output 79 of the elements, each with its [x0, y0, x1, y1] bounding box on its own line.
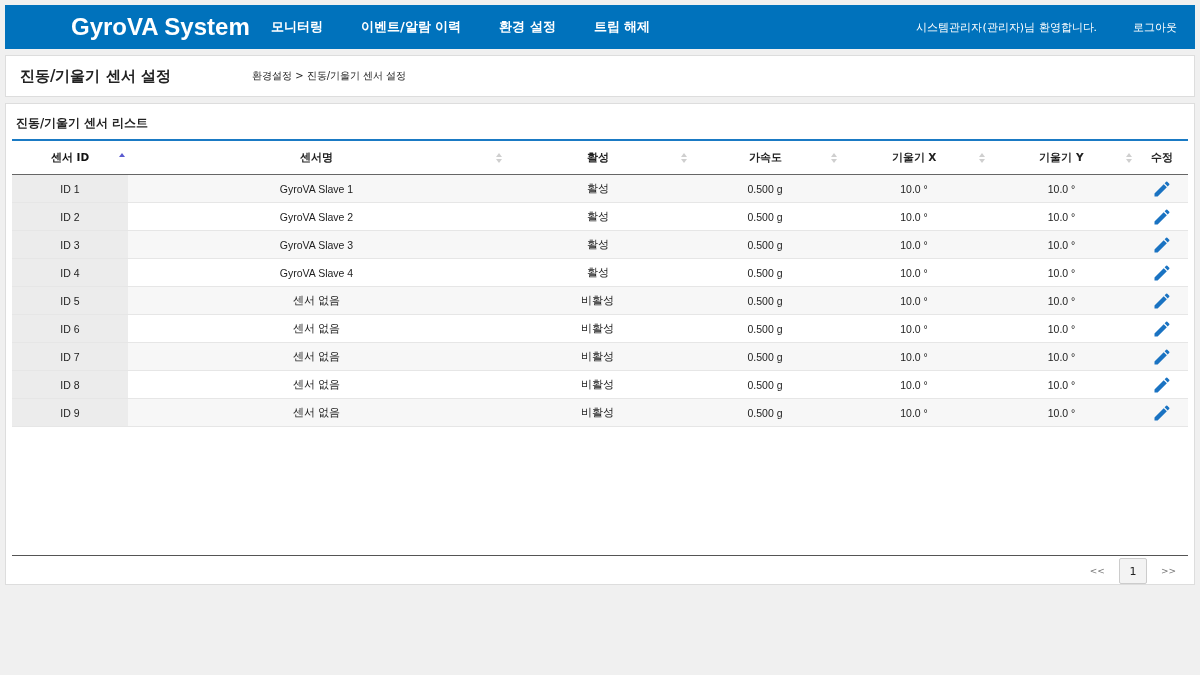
nav-link[interactable]: 환경 설정	[499, 18, 556, 36]
table-cell-text: 비활성	[580, 320, 615, 336]
table-cell-text: 10.0 °	[1046, 181, 1077, 197]
column-header[interactable]: 기울기 X	[840, 141, 988, 174]
table-cell-text: 10.0 °	[1046, 209, 1077, 225]
table-cell-text: 10.0 °	[899, 293, 929, 309]
column-header[interactable]: 센서명	[128, 141, 505, 174]
table-cell: ID 4	[12, 259, 128, 286]
table-cell-text: 활성	[585, 236, 610, 252]
table-cell-text: 10.0 °	[899, 321, 929, 337]
table-cell-text: 활성	[585, 208, 610, 224]
sort-icon	[979, 153, 985, 163]
sort-icon	[831, 153, 837, 163]
table-cell: ID 9	[12, 399, 128, 426]
table-cell-text: 0.500 g	[746, 209, 784, 225]
table-cell-text: 비활성	[580, 348, 615, 364]
column-header[interactable]: 수정	[1135, 141, 1188, 174]
table-cell-text: GyroVA Slave 3	[278, 237, 355, 253]
sort-icon	[681, 153, 687, 163]
column-header[interactable]: 활성	[505, 141, 690, 174]
last-page-link[interactable]: >>	[1154, 566, 1182, 576]
table-cell-text: 비활성	[580, 404, 615, 420]
table-cell-text: 10.0 °	[899, 377, 929, 393]
table-cell-text: 10.0 °	[1046, 265, 1077, 281]
page-title: 진동/기울기 센서 설정	[20, 66, 172, 86]
table-cell-text: 10.0 °	[899, 181, 929, 197]
table-cell: ID 2	[12, 203, 128, 230]
panel-title: 진동/기울기 센서 리스트	[12, 104, 1188, 141]
column-header[interactable]: 센서 ID	[12, 141, 128, 174]
nav-link[interactable]: 이벤트/알람 이력	[361, 18, 462, 36]
table-cell: ID 8	[12, 371, 128, 398]
app-logo: GyroVA System	[71, 13, 251, 41]
table-cell-text: 센서 없음	[292, 404, 341, 420]
table-cell-text: 0.500 g	[746, 265, 784, 281]
breadcrumb: 환경설정 > 진동/기울기 센서 설정	[252, 69, 407, 83]
table-cell-text: 0.500 g	[746, 405, 784, 421]
sort-icon	[496, 153, 502, 163]
table-cell-text: 센서 없음	[292, 320, 341, 336]
table-cell-text: GyroVA Slave 4	[278, 265, 355, 281]
table-cell-text: GyroVA Slave 2	[278, 209, 355, 225]
table-cell-text: 10.0 °	[1046, 377, 1077, 393]
table-cell-text: 0.500 g	[746, 293, 784, 309]
table-cell-text: 10.0 °	[1046, 293, 1077, 309]
table-cell-text: 10.0 °	[899, 237, 929, 253]
table-cell-text: 비활성	[580, 376, 615, 392]
first-page-link[interactable]: <<	[1083, 566, 1111, 576]
table-cell-text: 센서 없음	[292, 376, 341, 392]
table-cell-text: 0.500 g	[746, 237, 784, 253]
table-cell-text: 10.0 °	[899, 405, 929, 421]
table-cell: ID 6	[12, 315, 128, 342]
table-cell-text: 10.0 °	[1046, 349, 1077, 365]
column-header[interactable]: 기울기 Y	[988, 141, 1135, 174]
column-header[interactable]: 가속도	[690, 141, 840, 174]
sort-icon	[1126, 153, 1132, 163]
table-cell: ID 5	[12, 287, 128, 314]
table-cell-text: 0.500 g	[746, 321, 784, 337]
table-cell-text: 10.0 °	[1046, 237, 1077, 253]
welcome-text: 시스템관리자(관리자)님 환영합니다.	[916, 19, 1097, 35]
table-cell-text: 센서 없음	[292, 292, 341, 308]
table-cell-text: 비활성	[580, 292, 615, 308]
table-cell-text: 활성	[585, 264, 610, 280]
table-cell-text: 0.500 g	[746, 181, 784, 197]
table-cell: ID 1	[12, 175, 128, 202]
table-cell-text: 센서 없음	[292, 348, 341, 364]
table-cell: ID 7	[12, 343, 128, 370]
table-cell: ID 3	[12, 231, 128, 258]
table-cell-text: 10.0 °	[1046, 405, 1077, 421]
table-cell-text: GyroVA Slave 1	[278, 181, 355, 197]
table-cell-text: 10.0 °	[1046, 321, 1077, 337]
table-cell-text: 0.500 g	[746, 377, 784, 393]
nav-link[interactable]: 모니터링	[271, 18, 323, 36]
table-cell-text: 10.0 °	[899, 349, 929, 365]
table-cell-text: 10.0 °	[899, 209, 929, 225]
page-button[interactable]: 1	[1118, 558, 1147, 584]
logout-link[interactable]: 로그아웃	[1133, 19, 1177, 35]
nav-link[interactable]: 트립 해제	[593, 18, 651, 36]
table-cell-text: 활성	[585, 180, 610, 196]
table-cell-text: 0.500 g	[746, 349, 784, 365]
table-cell-text: 10.0 °	[899, 265, 929, 281]
